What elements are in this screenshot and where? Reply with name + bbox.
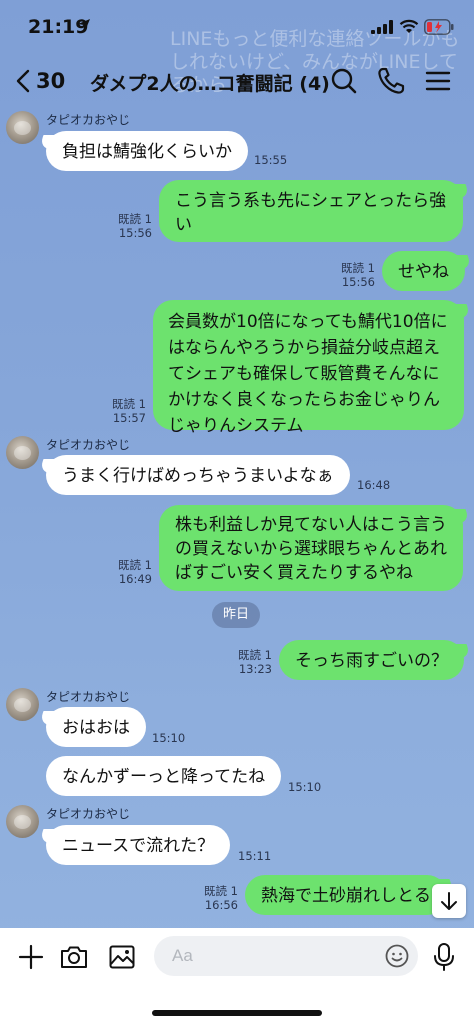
- sender-name: タピオカおやじ: [46, 113, 131, 127]
- message-bubble-outgoing[interactable]: 会員数が10倍になっても鯖代10倍にはならんやろうから損益分岐点超えてシェアも確…: [153, 300, 464, 436]
- read-receipt: 既読 1: [118, 558, 152, 572]
- plus-icon[interactable]: [16, 942, 46, 972]
- scroll-to-bottom-button[interactable]: [432, 884, 466, 918]
- search-icon[interactable]: [329, 66, 359, 96]
- signal-icon: [371, 20, 393, 34]
- avatar[interactable]: [6, 111, 39, 144]
- chat-title[interactable]: ダメプ2人の…コ奮闘記 (4): [90, 69, 330, 96]
- sender-name: タピオカおやじ: [46, 807, 131, 821]
- back-button[interactable]: 30: [16, 64, 65, 98]
- location-arrow-icon: [78, 19, 90, 31]
- message-bubble-incoming[interactable]: ニュースで流れた？: [46, 825, 231, 865]
- read-receipt: 既読 1: [341, 261, 375, 275]
- avatar[interactable]: [6, 436, 39, 469]
- date-separator: 昨日: [212, 602, 260, 628]
- message-bubble-outgoing[interactable]: 熱海で土砂崩れしとる: [245, 875, 447, 915]
- sender-name: タピオカおやじ: [46, 438, 131, 452]
- home-indicator: [152, 1010, 322, 1016]
- mic-icon[interactable]: [432, 942, 456, 972]
- message-bubble-outgoing[interactable]: そっち雨すごいの？: [279, 640, 464, 680]
- message-time: 15:56: [118, 226, 152, 240]
- message-time: 15:10: [288, 780, 322, 794]
- avatar[interactable]: [6, 688, 39, 721]
- avatar[interactable]: [6, 805, 39, 838]
- message-bubble-outgoing[interactable]: 株も利益しか見てない人はこう言うの買えないから選球眼ちゃんとあればすごい安く買え…: [159, 505, 463, 591]
- message-time: 15:10: [152, 731, 186, 745]
- arrow-down-icon: [441, 892, 457, 910]
- read-receipt: 既読 1: [118, 212, 152, 226]
- message-bubble-outgoing[interactable]: せやね: [382, 251, 465, 291]
- image-icon[interactable]: [107, 942, 137, 972]
- sender-name: タピオカおやじ: [46, 690, 131, 704]
- chat-header: 30 ダメプ2人の…コ奮闘記 (4): [0, 56, 474, 108]
- message-time: 15:56: [341, 275, 375, 289]
- battery-icon: [424, 19, 454, 35]
- message-bubble-incoming[interactable]: 負担は鯖強化くらいか: [46, 131, 248, 171]
- phone-icon[interactable]: [376, 66, 406, 96]
- camera-icon[interactable]: [59, 942, 89, 972]
- message-time: 16:49: [118, 572, 152, 586]
- read-receipt: 既読 1: [112, 397, 146, 411]
- message-time: 13:23: [238, 662, 272, 676]
- message-input[interactable]: [154, 936, 418, 976]
- message-time: 15:57: [112, 411, 146, 425]
- message-bubble-incoming[interactable]: なんかずーっと降ってたね: [46, 756, 282, 796]
- message-bubble-outgoing[interactable]: こう言う系も先にシェアとったら強い: [159, 180, 463, 242]
- chevron-left-icon: [16, 69, 30, 93]
- message-time: 16:48: [357, 478, 391, 492]
- read-receipt: 既読 1: [204, 884, 238, 898]
- message-time: 16:56: [204, 898, 238, 912]
- message-input-bar: [0, 928, 474, 1024]
- status-bar: 21:19: [0, 0, 474, 56]
- read-receipt: 既読 1: [238, 648, 272, 662]
- menu-icon[interactable]: [423, 66, 453, 96]
- unread-count: 30: [36, 69, 66, 93]
- message-bubble-incoming[interactable]: おはおは: [46, 707, 146, 747]
- message-time: 15:55: [254, 153, 288, 167]
- wifi-icon: [399, 19, 419, 33]
- message-bubble-incoming[interactable]: うまく行けばめっちゃうまいよなぁ: [46, 455, 350, 495]
- message-time: 15:11: [238, 849, 272, 863]
- emoji-icon[interactable]: [385, 944, 409, 968]
